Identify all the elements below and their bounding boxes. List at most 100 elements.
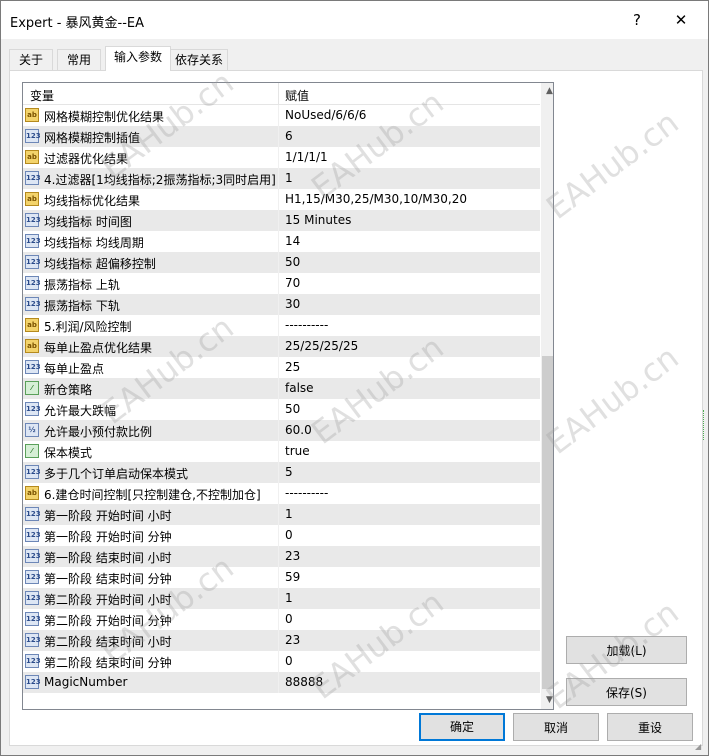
parameter-value[interactable]: 70 (285, 276, 300, 290)
column-divider (278, 231, 279, 252)
parameter-value[interactable]: 25/25/25/25 (285, 339, 358, 353)
parameter-name: 第二阶段 开始时间 分钟 (44, 614, 172, 628)
parameter-row[interactable]: 123 4.过滤器[1均线指标;2振荡指标;3同时启用] 1 (23, 168, 540, 189)
parameter-name: 第二阶段 开始时间 小时 (44, 593, 172, 607)
parameter-value[interactable]: 1 (285, 171, 293, 185)
parameter-value[interactable]: 25 (285, 360, 300, 374)
grid-header: 变量 赋值 (23, 83, 540, 105)
parameter-value[interactable]: 0 (285, 612, 293, 626)
parameter-value[interactable]: ---------- (285, 318, 328, 332)
parameter-row[interactable]: 123 振荡指标 下轨 30 (23, 294, 540, 315)
integer-type-icon: 123 (25, 129, 41, 143)
parameter-row[interactable]: 123 允许最大跌幅 50 (23, 399, 540, 420)
column-divider (278, 294, 279, 315)
parameter-name: 均线指标 超偏移控制 (44, 257, 156, 271)
parameter-value[interactable]: 23 (285, 549, 300, 563)
parameter-name: 过滤器优化结果 (44, 152, 129, 166)
save-button[interactable]: 保存(S) (566, 678, 687, 706)
parameter-value[interactable]: 50 (285, 255, 300, 269)
parameter-row[interactable]: 123 第一阶段 开始时间 小时 1 (23, 504, 540, 525)
help-button[interactable]: ? (627, 9, 647, 31)
scroll-up-icon[interactable]: ▲ (541, 83, 553, 100)
parameter-row[interactable]: 123 均线指标 时间图 15 Minutes (23, 210, 540, 231)
parameter-name: 振荡指标 下轨 (44, 299, 120, 313)
window-title: Expert - 暴风黄金--EA (10, 16, 145, 31)
parameter-row[interactable]: 123 第二阶段 结束时间 分钟 0 (23, 651, 540, 672)
parameter-row[interactable]: ab 网格模糊控制优化结果 NoUsed/6/6/6 (23, 105, 540, 126)
watermark: EAHub.cn (539, 338, 686, 462)
parameter-row[interactable]: 123 第一阶段 结束时间 分钟 59 (23, 567, 540, 588)
cancel-button[interactable]: 取消 (513, 713, 599, 741)
parameter-value[interactable]: 0 (285, 528, 293, 542)
tab-dependencies[interactable]: 依存关系 (170, 49, 228, 70)
column-divider (278, 189, 279, 210)
integer-type-icon: 123 (25, 612, 41, 626)
parameter-value[interactable]: 88888 (285, 675, 323, 689)
parameter-value[interactable]: H1,15/M30,25/M30,10/M30,20 (285, 192, 467, 206)
parameter-value[interactable]: 59 (285, 570, 300, 584)
parameter-value[interactable]: 15 Minutes (285, 213, 351, 227)
parameter-value[interactable]: ---------- (285, 486, 328, 500)
parameter-row[interactable]: 123 MagicNumber 88888 (23, 672, 540, 693)
close-button[interactable]: ✕ (671, 9, 691, 31)
parameter-value[interactable]: 1 (285, 591, 293, 605)
parameter-row[interactable]: 123 多于几个订单启动保本模式 5 (23, 462, 540, 483)
parameter-value[interactable]: 50 (285, 402, 300, 416)
parameter-row[interactable]: ab 6.建仓时间控制[只控制建仓,不控制加仓] ---------- (23, 483, 540, 504)
parameter-row[interactable]: 123 振荡指标 上轨 70 (23, 273, 540, 294)
parameter-row[interactable]: 123 第二阶段 开始时间 分钟 0 (23, 609, 540, 630)
parameter-value[interactable]: false (285, 381, 314, 395)
resize-grip-icon[interactable]: ◢ (695, 742, 705, 752)
parameter-row[interactable]: ⁄ 保本模式 true (23, 441, 540, 462)
ok-button[interactable]: 确定 (419, 713, 505, 741)
parameter-row[interactable]: 123 第二阶段 结束时间 小时 23 (23, 630, 540, 651)
parameter-name: 每单止盈点 (44, 362, 105, 376)
header-variable[interactable]: 变量 (30, 87, 54, 104)
column-divider (278, 168, 279, 189)
column-divider (278, 525, 279, 546)
tab-about[interactable]: 关于 (9, 49, 53, 70)
tab-inputs[interactable]: 输入参数 (105, 46, 171, 71)
parameter-row[interactable]: ab 过滤器优化结果 1/1/1/1 (23, 147, 540, 168)
column-divider (278, 399, 279, 420)
parameter-name: 第一阶段 结束时间 小时 (44, 551, 172, 565)
parameter-row[interactable]: 123 第一阶段 开始时间 分钟 0 (23, 525, 540, 546)
parameter-value[interactable]: 1/1/1/1 (285, 150, 328, 164)
integer-type-icon: 123 (25, 528, 41, 542)
tab-common[interactable]: 常用 (57, 49, 101, 70)
parameter-row[interactable]: 123 第一阶段 结束时间 小时 23 (23, 546, 540, 567)
parameter-row[interactable]: ab 每单止盈点优化结果 25/25/25/25 (23, 336, 540, 357)
parameter-value[interactable]: 30 (285, 297, 300, 311)
parameter-row[interactable]: 123 每单止盈点 25 (23, 357, 540, 378)
vertical-scrollbar[interactable]: ▲ ▼ (541, 83, 553, 709)
integer-type-icon: 123 (25, 654, 41, 668)
string-type-icon: ab (25, 339, 39, 353)
parameter-row[interactable]: ½ 允许最小预付款比例 60.0 (23, 420, 540, 441)
parameter-value[interactable]: 6 (285, 129, 293, 143)
header-divider[interactable] (278, 83, 279, 104)
parameter-row[interactable]: ⁄ 新仓策略 false (23, 378, 540, 399)
parameter-value[interactable]: 23 (285, 633, 300, 647)
load-button[interactable]: 加载(L) (566, 636, 687, 664)
parameter-row[interactable]: 123 第二阶段 开始时间 小时 1 (23, 588, 540, 609)
parameter-value[interactable]: 0 (285, 654, 293, 668)
parameter-row[interactable]: ab 均线指标优化结果 H1,15/M30,25/M30,10/M30,20 (23, 189, 540, 210)
reset-button[interactable]: 重设 (607, 713, 693, 741)
parameter-row[interactable]: 123 网格模糊控制插值 6 (23, 126, 540, 147)
column-divider (278, 567, 279, 588)
parameter-value[interactable]: 5 (285, 465, 293, 479)
parameter-row[interactable]: 123 均线指标 超偏移控制 50 (23, 252, 540, 273)
scroll-thumb[interactable] (542, 356, 553, 689)
scroll-down-icon[interactable]: ▼ (541, 692, 553, 709)
parameter-value[interactable]: true (285, 444, 310, 458)
parameter-value[interactable]: 1 (285, 507, 293, 521)
parameter-row[interactable]: 123 均线指标 均线周期 14 (23, 231, 540, 252)
column-divider (278, 420, 279, 441)
parameter-value[interactable]: NoUsed/6/6/6 (285, 108, 366, 122)
parameter-value[interactable]: 60.0 (285, 423, 312, 437)
header-value[interactable]: 赋值 (285, 87, 309, 104)
string-type-icon: ab (25, 108, 39, 122)
parameter-value[interactable]: 14 (285, 234, 300, 248)
parameter-row[interactable]: ab 5.利润/风险控制 ---------- (23, 315, 540, 336)
integer-type-icon: 123 (25, 507, 41, 521)
